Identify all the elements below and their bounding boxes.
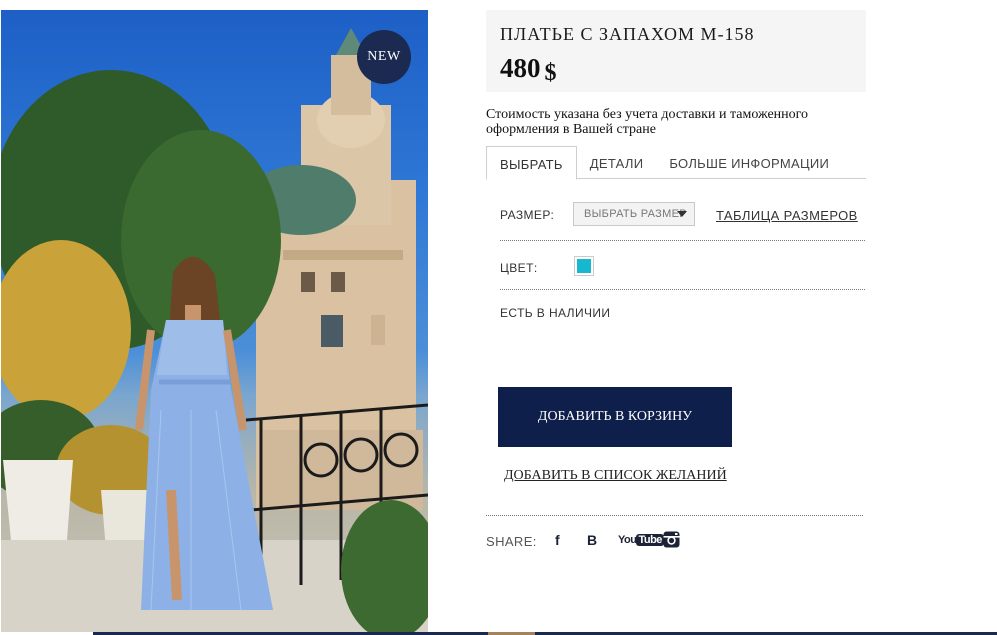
divider	[500, 289, 865, 290]
size-label: РАЗМЕР:	[500, 208, 555, 222]
product-header: ПЛАТЬЕ С ЗАПАХОМ М-158 480 $	[486, 10, 866, 92]
product-photo[interactable]: NEW	[1, 10, 428, 632]
add-to-wishlist-link[interactable]: ДОБАВИТЬ В СПИСОК ЖЕЛАНИЙ	[504, 468, 727, 484]
new-badge: NEW	[357, 30, 411, 84]
youtube-icon[interactable]: You Tube	[618, 534, 664, 546]
share-label: SHARE:	[486, 534, 537, 549]
product-title: ПЛАТЬЕ С ЗАПАХОМ М-158	[500, 24, 755, 44]
size-select[interactable]: ВЫБРАТЬ РАЗМЕР	[573, 202, 695, 226]
product-photo-illustration	[1, 28, 428, 632]
vk-icon[interactable]: B	[587, 532, 597, 548]
youtube-icon-badge: Tube	[636, 534, 664, 546]
stock-status: ЕСТЬ В НАЛИЧИИ	[500, 306, 611, 320]
add-to-cart-button[interactable]: ДОБАВИТЬ В КОРЗИНУ	[498, 387, 732, 447]
size-select-value: ВЫБРАТЬ РАЗМЕР	[584, 208, 687, 220]
instagram-icon[interactable]	[663, 531, 680, 548]
divider	[486, 515, 863, 516]
color-label: ЦВЕТ:	[500, 261, 538, 275]
size-table-link[interactable]: ТАБЛИЦА РАЗМЕРОВ	[716, 208, 858, 223]
youtube-icon-text: You	[618, 534, 637, 546]
price-note: Стоимость указана без учета доставки и т…	[486, 107, 809, 137]
price: 480 $	[500, 53, 866, 86]
product-tabs: ВЫБРАТЬ ДЕТАЛИ БОЛЬШЕ ИНФОРМАЦИИ	[486, 146, 866, 180]
tab-choose[interactable]: ВЫБРАТЬ	[486, 146, 577, 180]
facebook-icon[interactable]: f	[555, 532, 560, 548]
tab-more-info[interactable]: БОЛЬШЕ ИНФОРМАЦИИ	[656, 146, 842, 179]
color-swatch-fill	[577, 259, 591, 273]
price-currency: $	[544, 60, 557, 86]
price-value: 480	[500, 53, 541, 83]
color-swatch[interactable]	[574, 256, 594, 276]
chevron-down-icon	[677, 211, 687, 217]
tab-details[interactable]: ДЕТАЛИ	[577, 146, 657, 179]
divider	[500, 240, 865, 241]
